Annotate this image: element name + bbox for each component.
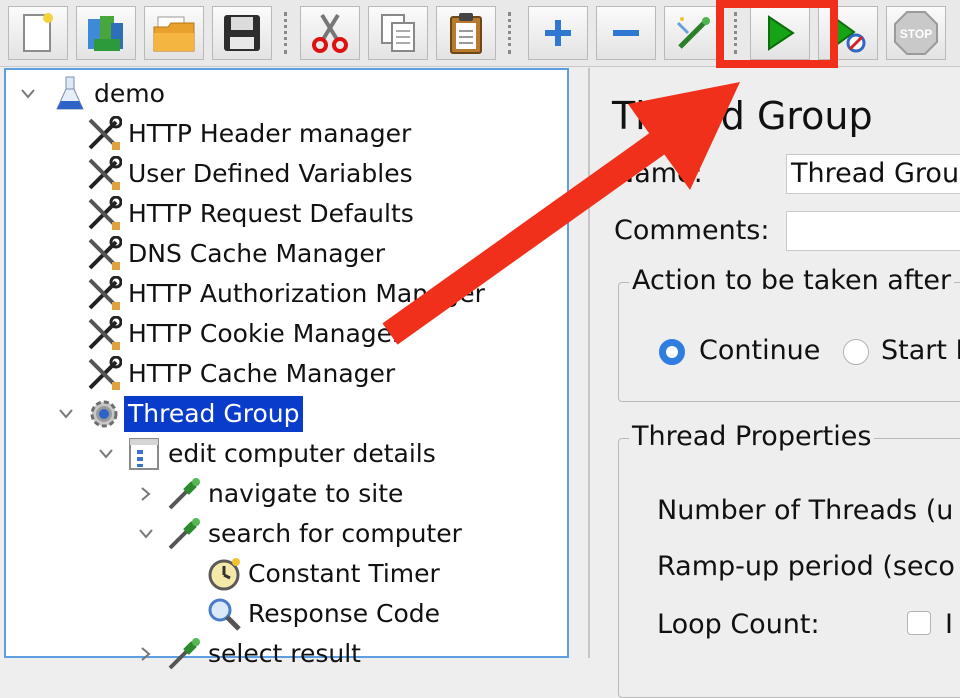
expand-all-button[interactable] <box>528 6 588 60</box>
tree-item-label: demo <box>94 79 165 108</box>
tree-item-http-cache-manager[interactable]: HTTP Cache Manager <box>84 354 399 394</box>
pipette-icon <box>164 474 204 514</box>
thread-properties-group: Thread Properties Number of Threads (u R… <box>618 421 960 698</box>
pipette-icon <box>164 634 204 674</box>
tree-item-label: HTTP Request Defaults <box>128 199 414 228</box>
test-plan-tree[interactable]: demo HTTP Header manager User Defined Va… <box>4 68 569 670</box>
templates-button[interactable] <box>76 6 136 60</box>
save-disk-icon <box>224 15 260 51</box>
tree-item-http-authorization-manager[interactable]: HTTP Authorization Manager <box>84 274 489 314</box>
tree-item-edit-computer-details[interactable]: edit computer details <box>92 434 440 474</box>
tree-item-label: HTTP Authorization Manager <box>128 279 485 308</box>
name-field[interactable]: Thread Grou <box>786 154 960 194</box>
toggle-button[interactable] <box>664 6 724 60</box>
stop-icon-label: STOP <box>900 27 932 41</box>
gear-icon <box>84 394 124 434</box>
chevron-right-icon[interactable] <box>132 474 160 514</box>
tree-item-thread-group[interactable]: Thread Group <box>52 394 304 434</box>
stop-button[interactable]: STOP <box>886 6 946 60</box>
cut-button[interactable] <box>300 6 360 60</box>
tree-item-label: DNS Cache Manager <box>128 239 386 268</box>
stop-icon: STOP <box>894 11 938 55</box>
new-file-icon <box>23 13 53 52</box>
ramp-up-period-label: Ramp-up period (seco <box>657 551 955 582</box>
chevron-right-icon[interactable] <box>132 634 160 674</box>
tree-item-select-result[interactable]: select result <box>132 634 365 674</box>
name-label: Name: <box>614 158 703 189</box>
tree-item-label: select result <box>208 639 361 668</box>
copy-icon <box>381 14 415 52</box>
comments-label: Comments: <box>614 215 770 246</box>
annotation-highlight-box <box>716 0 838 68</box>
tree-item-response-code[interactable]: Response Code <box>204 594 444 634</box>
tree-item-label: HTTP Header manager <box>128 119 412 148</box>
controller-icon <box>124 434 164 474</box>
tools-icon <box>84 274 124 314</box>
tree-item-label: search for computer <box>208 519 462 548</box>
tools-icon <box>84 234 124 274</box>
pipette-icon <box>164 514 204 554</box>
tree-item-user-defined-variables[interactable]: User Defined Variables <box>84 154 417 194</box>
plus-icon <box>545 20 571 46</box>
tree-item-dns-cache-manager[interactable]: DNS Cache Manager <box>84 234 389 274</box>
tools-icon <box>84 194 124 234</box>
number-of-threads-label: Number of Threads (u <box>657 495 954 526</box>
loop-count-label: Loop Count: <box>657 609 820 640</box>
continue-radio[interactable] <box>659 339 685 365</box>
thread-properties-legend: Thread Properties <box>629 421 875 452</box>
tree-item-http-header-manager[interactable]: HTTP Header manager <box>84 114 415 154</box>
tools-icon <box>84 314 124 354</box>
wand-icon <box>676 17 710 49</box>
open-folder-icon <box>153 16 195 52</box>
copy-button[interactable] <box>368 6 428 60</box>
open-button[interactable] <box>144 6 204 60</box>
tree-item-label: HTTP Cache Manager <box>128 359 396 388</box>
action-after-error-group: Action to be taken after Continue Start … <box>618 265 960 402</box>
scissors-icon <box>312 13 348 53</box>
tree-item-label: HTTP Cookie Manager <box>128 319 403 348</box>
tree-item-navigate-to-site[interactable]: navigate to site <box>132 474 407 514</box>
continue-radio-label: Continue <box>699 335 821 366</box>
tree-item-label: User Defined Variables <box>128 159 413 188</box>
tree-item-http-request-defaults[interactable]: HTTP Request Defaults <box>84 194 418 234</box>
start-next-radio-label: Start N <box>881 335 960 366</box>
minus-icon <box>613 30 639 36</box>
tools-icon <box>84 114 124 154</box>
magnifier-icon <box>204 594 244 634</box>
paste-button[interactable] <box>436 6 496 60</box>
infinite-checkbox-label: I <box>945 609 953 640</box>
toolbar-separator <box>284 12 287 54</box>
tree-item-label: Constant Timer <box>248 559 440 588</box>
infinite-checkbox[interactable] <box>907 611 931 635</box>
chevron-down-icon[interactable] <box>132 514 160 554</box>
new-button[interactable] <box>8 6 68 60</box>
templates-icon <box>88 16 123 51</box>
action-legend: Action to be taken after <box>629 265 955 296</box>
tree-item-http-cookie-manager[interactable]: HTTP Cookie Manager <box>84 314 406 354</box>
tools-icon <box>84 354 124 394</box>
flask-icon <box>50 74 90 114</box>
thread-group-editor: Thread Group Name: Thread Grou Comments:… <box>588 68 960 698</box>
chevron-down-icon[interactable] <box>92 434 120 474</box>
tree-item-demo[interactable]: demo <box>14 74 169 114</box>
tree-item-search-for-computer[interactable]: search for computer <box>132 514 466 554</box>
tree-item-constant-timer[interactable]: Constant Timer <box>204 554 444 594</box>
clipboard-icon <box>450 13 482 54</box>
comments-field[interactable] <box>786 211 960 251</box>
page-title: Thread Group <box>612 94 873 138</box>
tree-item-label: Response Code <box>248 599 441 628</box>
chevron-down-icon[interactable] <box>14 74 42 114</box>
tree-item-label: navigate to site <box>208 479 404 508</box>
tree-item-label: Thread Group <box>124 396 304 432</box>
timer-icon <box>204 554 244 594</box>
collapse-all-button[interactable] <box>596 6 656 60</box>
save-button[interactable] <box>212 6 272 60</box>
tools-icon <box>84 154 124 194</box>
toolbar-separator <box>508 12 511 54</box>
chevron-down-icon[interactable] <box>52 394 80 434</box>
tree-item-label: edit computer details <box>168 439 436 468</box>
start-next-radio[interactable] <box>843 339 869 365</box>
